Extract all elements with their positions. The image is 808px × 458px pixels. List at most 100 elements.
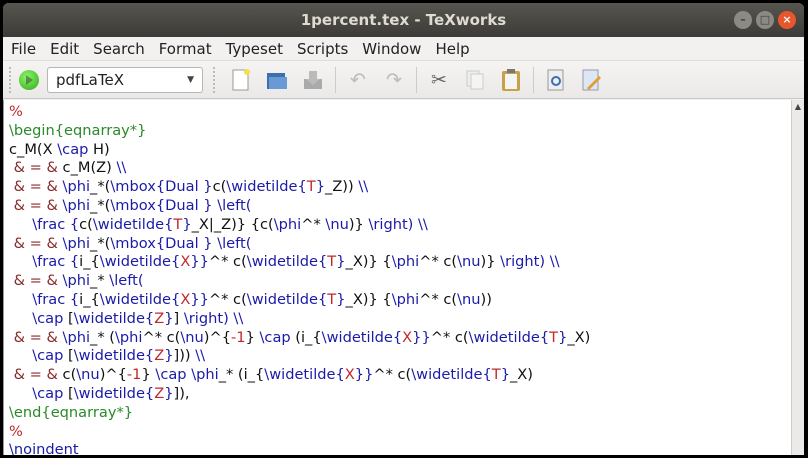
code-token: )}	[480, 253, 501, 271]
code-line[interactable]: \frac {i_{\widetilde{X}}^* c(\widetilde{…	[9, 253, 590, 272]
code-token: X	[180, 290, 191, 308]
preview-icon[interactable]	[543, 67, 569, 93]
code-token: \right) \\	[183, 309, 244, 327]
code-line[interactable]: c_M(X \cap H)	[9, 141, 590, 160]
menu-window[interactable]: Window	[362, 40, 421, 58]
code-token: \mbox{Dual } \left(	[110, 196, 252, 214]
code-line[interactable]: %	[9, 103, 590, 122]
code-token: _* (	[90, 328, 115, 346]
code-token: )^{	[203, 328, 232, 346]
code-token: \cap	[155, 366, 187, 384]
code-token: & = &	[9, 234, 63, 252]
code-token: [	[63, 347, 74, 365]
code-token: )^{	[99, 366, 127, 384]
code-line[interactable]: & = & \phi_* (\phi^* c(\nu)^{-1} \cap (i…	[9, 328, 591, 348]
code-token: \cap	[32, 309, 64, 327]
vertical-scrollbar[interactable]: ▲	[791, 100, 804, 455]
menu-bar: File Edit Search Format Typeset Scripts …	[3, 37, 804, 61]
source-editor[interactable]: % \begin{eqnarray*} c_M(X \cap H) & = & c_…	[3, 100, 804, 455]
maximize-button[interactable]: □	[756, 11, 774, 29]
code-token: _*	[90, 272, 110, 290]
engine-value: pdfLaTeX	[56, 70, 124, 89]
code-token: X	[180, 253, 191, 271]
code-token: & = &	[9, 272, 63, 290]
code-token: \frac {	[32, 215, 80, 233]
paste-icon[interactable]	[498, 67, 524, 93]
code-token: _*(	[90, 178, 111, 196]
code-token: \nu	[457, 253, 481, 271]
code-line[interactable]: \cap [\widetilde{Z}])) \\	[9, 347, 590, 366]
menu-format[interactable]: Format	[159, 40, 212, 58]
code-token: c(	[62, 366, 77, 384]
code-token: X	[402, 328, 413, 346]
code-line[interactable]: \cap [\widetilde{Z}]),	[9, 385, 590, 404]
code-line[interactable]: & = & \phi_*(\mbox{Dual } \left(	[9, 197, 590, 216]
menu-file[interactable]: File	[11, 40, 36, 58]
code-line[interactable]: \frac {c(\widetilde{T}_X|_Z)} {c(\phi^* …	[9, 216, 590, 235]
code-token: Z	[154, 309, 165, 327]
code-token: \phi	[62, 272, 91, 290]
code-token: }	[315, 178, 326, 196]
toolbar-grip[interactable]	[213, 66, 217, 93]
toolbar-grip[interactable]	[9, 66, 13, 93]
menu-scripts[interactable]: Scripts	[297, 40, 348, 58]
code-token: \left(	[109, 272, 144, 290]
code-token: & = &	[9, 328, 63, 346]
copy-icon[interactable]	[462, 67, 488, 93]
code-token: \\	[358, 178, 369, 196]
code-token: }	[141, 366, 156, 384]
code-token: \phi	[273, 215, 302, 233]
code-token: \nu	[180, 328, 204, 346]
code-token: & = &	[9, 366, 63, 384]
code-line[interactable]: \begin{eqnarray*}	[9, 122, 590, 141]
code-line[interactable]: & = & \phi_* \left(	[9, 272, 590, 291]
save-icon[interactable]	[300, 67, 326, 93]
code-token: \phi	[391, 290, 420, 308]
code-line[interactable]: & = & \phi_*(\mbox{Dual }c(\widetilde{T}…	[9, 178, 590, 197]
redo-icon[interactable]: ↷	[381, 67, 407, 93]
menu-help[interactable]: Help	[435, 40, 469, 58]
code-line[interactable]: %	[9, 423, 590, 442]
code-line[interactable]: \noindent	[9, 441, 590, 455]
new-document-icon[interactable]	[228, 67, 254, 93]
code-line[interactable]: & = & c(\nu)^{-1} \cap \phi_* (i_{\widet…	[9, 366, 590, 385]
code-token: }}	[412, 328, 431, 346]
code-token: _X)} {	[345, 290, 392, 308]
cut-icon[interactable]: ✂	[426, 67, 452, 93]
code-token: \widetilde{	[246, 253, 328, 271]
code-token: _X)	[510, 366, 533, 384]
engine-select[interactable]: pdfLaTeX ▼	[47, 66, 203, 93]
code-token: ^* c(	[208, 290, 247, 308]
undo-icon[interactable]: ↶	[345, 67, 371, 93]
code-token: \cap	[259, 328, 291, 346]
code-token: \cap	[32, 384, 64, 402]
code-line[interactable]: & = & c_M(Z) \\	[9, 159, 590, 178]
code-token: & = &	[9, 159, 63, 177]
code-line[interactable]: \end{eqnarray*}	[9, 404, 590, 423]
code-token: \widetilde{	[99, 290, 181, 308]
code-token: \widetilde{	[73, 384, 155, 402]
close-button[interactable]: ×	[778, 11, 796, 29]
code-text[interactable]: % \begin{eqnarray*} c_M(X \cap H) & = & c_…	[9, 103, 590, 455]
code-token: \widetilde{	[246, 290, 328, 308]
code-token: %	[9, 103, 23, 120]
menu-typeset[interactable]: Typeset	[226, 40, 283, 58]
code-line[interactable]: & = & \phi_*(\mbox{Dual } \left(	[9, 235, 590, 254]
code-token: H)	[88, 140, 110, 158]
texworks-window: 1percent.tex - TeXworks – □ × File Edit …	[3, 3, 804, 455]
scroll-up-icon[interactable]: ▲	[792, 100, 804, 114]
code-token: \nu	[457, 290, 481, 308]
code-line[interactable]: \frac {i_{\widetilde{X}}^* c(\widetilde{…	[9, 291, 590, 310]
menu-edit[interactable]: Edit	[50, 40, 79, 58]
minimize-button[interactable]: –	[734, 11, 752, 29]
code-token: c_M(X	[9, 140, 58, 158]
code-token: Z	[154, 347, 165, 365]
menu-search[interactable]: Search	[93, 40, 145, 58]
open-folder-icon[interactable]	[264, 67, 290, 93]
typeset-run-icon[interactable]	[19, 69, 39, 90]
edit-source-icon[interactable]	[579, 67, 605, 93]
code-line[interactable]: \cap [\widetilde{Z}] \right) \\	[9, 310, 590, 329]
